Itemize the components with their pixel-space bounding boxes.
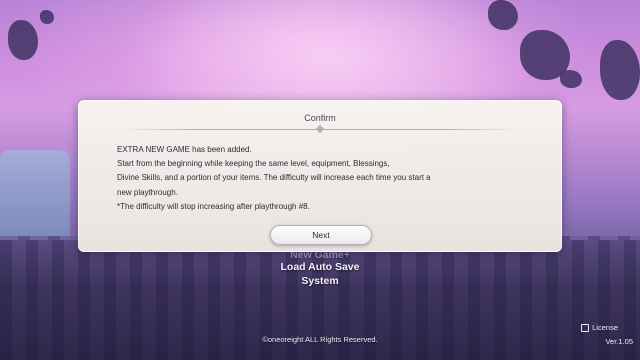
message-line: Divine Skills, and a portion of your ite… (117, 173, 431, 183)
menu-item-system[interactable]: System (220, 274, 420, 288)
floating-rock (488, 0, 518, 30)
button-prompt-icon (581, 323, 590, 332)
copyright-text: ©oneoreight ALL Rights Reserved. (262, 335, 378, 344)
dialog-message: EXTRA NEW GAME has been added. Start fro… (117, 143, 537, 214)
main-menu: New Game+ Load Auto Save System (220, 252, 420, 288)
menu-item-new-game-plus[interactable]: New Game+ (220, 252, 420, 260)
license-button[interactable]: License (581, 323, 618, 332)
floating-rock (40, 10, 54, 24)
floating-rock (600, 40, 640, 100)
confirm-dialog: Confirm EXTRA NEW GAME has been added. S… (78, 100, 562, 252)
license-label: License (592, 323, 618, 332)
version-label: Ver.1.05 (605, 337, 633, 346)
floating-rock (560, 70, 582, 88)
message-line: EXTRA NEW GAME has been added. (117, 145, 252, 154)
dialog-title: Confirm (304, 113, 336, 123)
title-divider-ornament (315, 124, 325, 134)
next-button[interactable]: Next (270, 225, 372, 245)
message-line: Start from the beginning while keeping t… (117, 159, 390, 169)
message-line: new playthrough. (117, 187, 178, 197)
menu-item-load-auto-save[interactable]: Load Auto Save (220, 260, 420, 274)
floating-rock (8, 20, 38, 60)
message-line: *The difficulty will stop increasing aft… (117, 201, 310, 211)
